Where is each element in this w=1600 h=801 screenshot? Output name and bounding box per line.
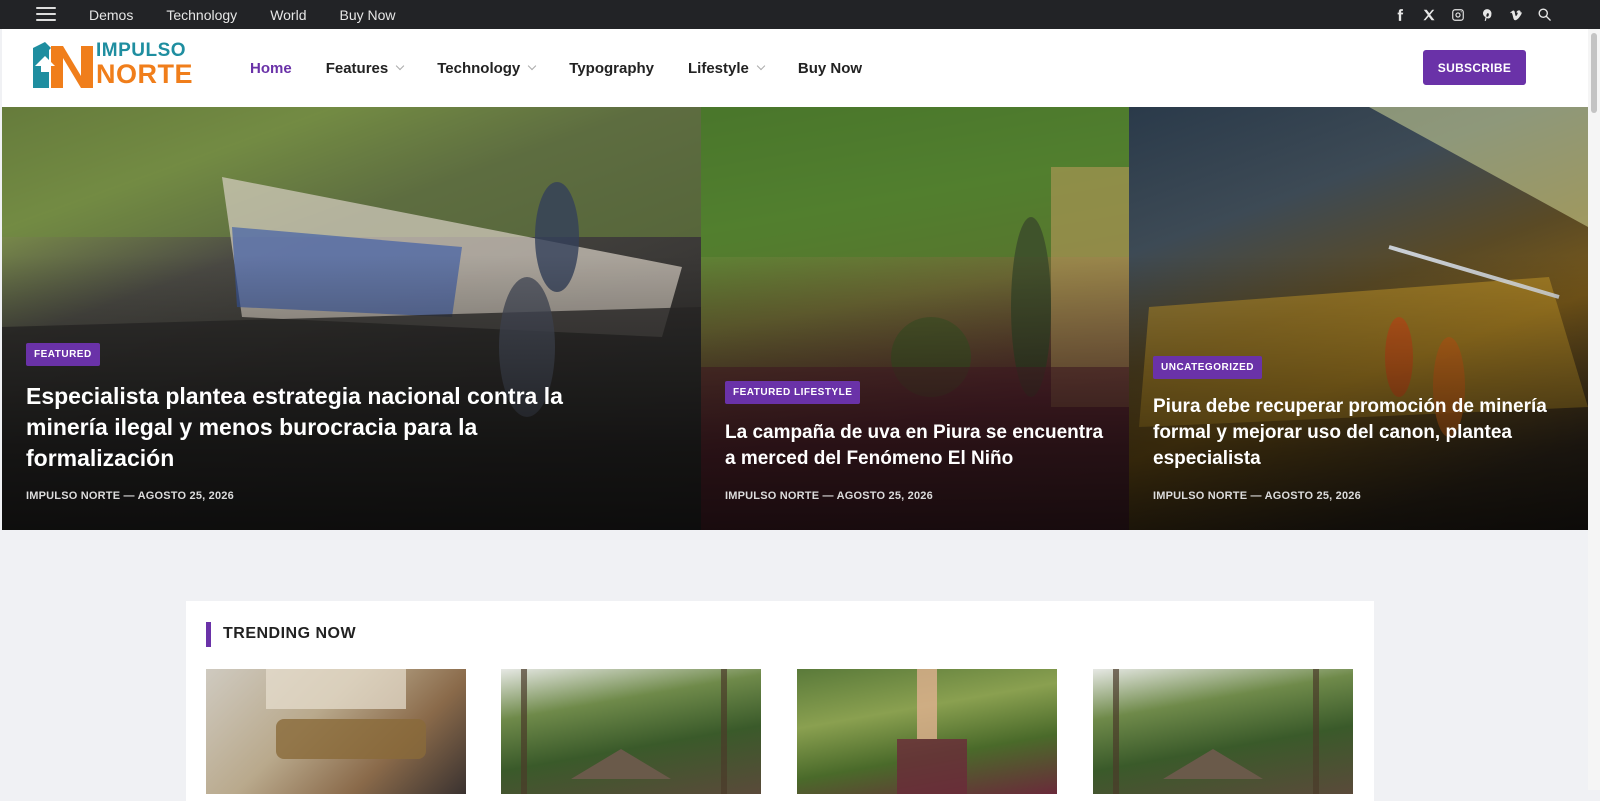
nav-item-features[interactable]: Features (325, 59, 405, 77)
trending-image-4 (1113, 669, 1319, 794)
top-nav-link-technology[interactable]: Technology (166, 7, 237, 23)
social-links (1392, 0, 1552, 29)
post-meta: IMPULSO NORTE — AGOSTO 25, 2026 (725, 490, 933, 502)
nav-item-lifestyle-label: Lifestyle (688, 59, 749, 77)
subscribe-button[interactable]: SUBSCRIBE (1423, 50, 1526, 85)
trending-image-1 (266, 669, 426, 759)
nav-item-home[interactable]: Home (250, 60, 292, 77)
chevron-down-icon (395, 61, 405, 71)
nav-item-technology[interactable]: Technology (437, 59, 537, 77)
site-header: IMPULSO NORTE Home Features Technology T… (2, 29, 1588, 107)
logo-text-impulso: IMPULSO (96, 40, 187, 61)
facebook-icon[interactable] (1392, 7, 1407, 22)
trending-heading: TRENDING NOW (223, 625, 357, 642)
top-nav: Demos Technology World Buy Now (89, 0, 429, 29)
instagram-icon[interactable] (1450, 7, 1465, 22)
logo-text-norte: NORTE (96, 59, 193, 89)
hero-card-2[interactable]: FEATURED LIFESTYLE La campaña de uva en … (701, 107, 1129, 530)
scrollbar-thumb[interactable] (1591, 33, 1597, 113)
top-nav-link-buy-now[interactable]: Buy Now (340, 7, 396, 23)
category-badge[interactable]: FEATURED LIFESTYLE (725, 381, 861, 404)
search-icon[interactable] (1537, 7, 1552, 22)
trending-thumbnail-2[interactable] (501, 669, 761, 794)
trending-section: TRENDING NOW (186, 601, 1374, 801)
main-nav: Home Features Technology Typography Life… (250, 29, 896, 107)
chevron-down-icon (528, 61, 537, 71)
nav-item-features-label: Features (325, 59, 389, 77)
nav-item-technology-label: Technology (437, 59, 521, 77)
post-meta: IMPULSO NORTE — AGOSTO 25, 2026 (1153, 490, 1361, 502)
top-nav-link-demos[interactable]: Demos (89, 7, 133, 23)
top-nav-link-world[interactable]: World (270, 7, 306, 23)
hero-title[interactable]: La campaña de uva en Piura se encuentra … (725, 420, 1115, 472)
pinterest-icon[interactable] (1479, 7, 1494, 22)
category-badge[interactable]: UNCATEGORIZED (1153, 356, 1262, 379)
trending-image-2 (521, 669, 727, 794)
nav-item-buy-now[interactable]: Buy Now (798, 60, 862, 77)
vimeo-icon[interactable] (1508, 7, 1523, 22)
menu-icon[interactable] (36, 7, 56, 21)
post-meta: IMPULSO NORTE — AGOSTO 25, 2026 (26, 490, 234, 502)
trending-thumbnail-1[interactable] (206, 669, 466, 794)
hero-card-3[interactable]: UNCATEGORIZED Piura debe recuperar promo… (1129, 107, 1588, 530)
hero-title[interactable]: Especialista plantea estrategia nacional… (26, 381, 566, 474)
x-twitter-icon[interactable] (1421, 7, 1436, 22)
hero-title[interactable]: Piura debe recuperar promoción de minerí… (1153, 394, 1553, 472)
category-badge[interactable]: FEATURED (26, 343, 100, 366)
nav-item-typography[interactable]: Typography (569, 60, 654, 77)
hero-card-1[interactable]: FEATURED Especialista plantea estrategia… (2, 107, 701, 530)
nav-item-typography-label: Typography (569, 59, 655, 77)
chevron-down-icon (756, 61, 766, 71)
section-accent-bar (206, 622, 211, 647)
page-scrollbar[interactable] (1588, 29, 1600, 790)
trending-thumbnail-4[interactable] (1093, 669, 1353, 794)
site-logo[interactable]: IMPULSO NORTE (33, 41, 193, 88)
logo-mark-icon (33, 41, 93, 88)
nav-item-buy-now-label: Buy Now (797, 59, 863, 77)
top-bar: Demos Technology World Buy Now (0, 0, 1600, 29)
trending-image-3 (897, 669, 967, 794)
nav-item-lifestyle[interactable]: Lifestyle (688, 59, 766, 77)
nav-item-home-label: Home (250, 59, 292, 77)
trending-thumbnail-3[interactable] (797, 669, 1057, 794)
